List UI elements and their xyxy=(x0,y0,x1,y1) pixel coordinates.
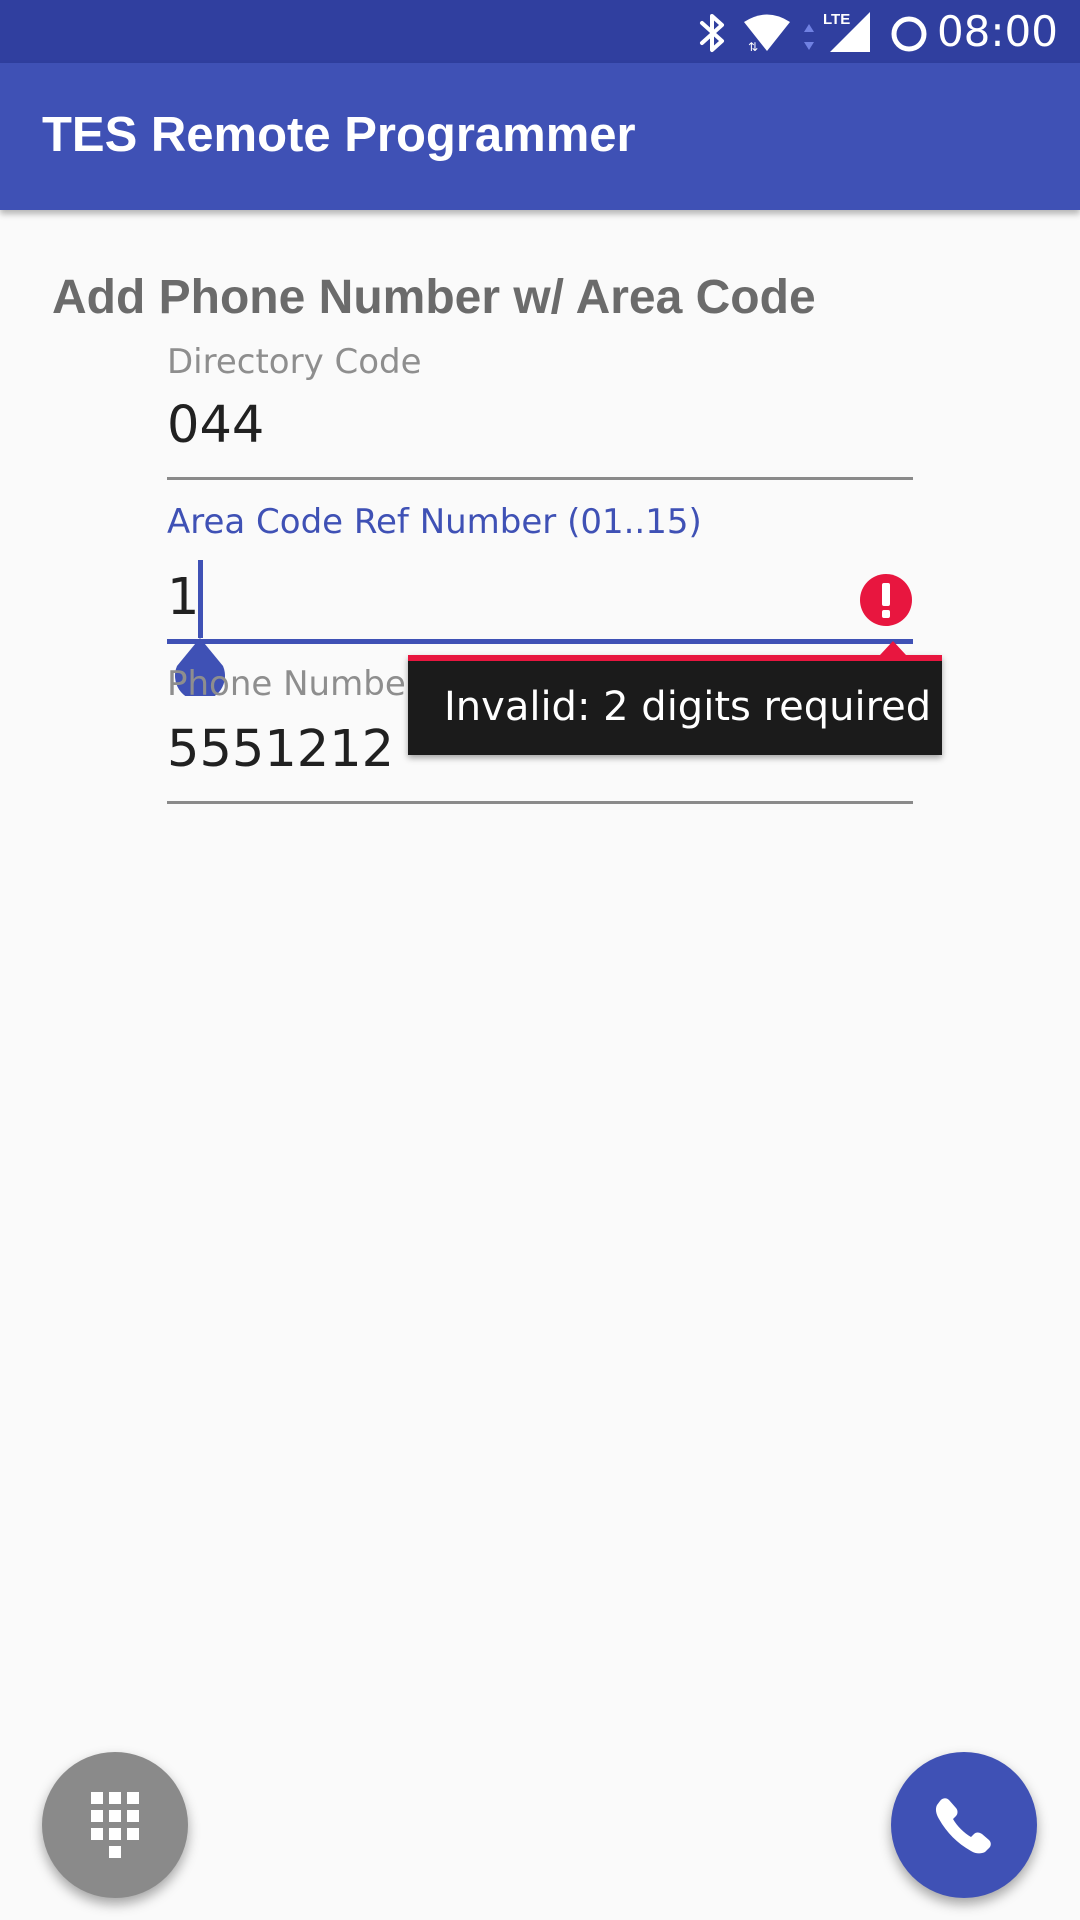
directory-code-label: Directory Code xyxy=(167,342,422,382)
app-title: TES Remote Programmer xyxy=(42,108,636,162)
area-code-ref-underline xyxy=(167,639,913,644)
svg-text:⇅: ⇅ xyxy=(748,40,758,53)
status-time: 08:00 xyxy=(936,7,1058,56)
phone-number-label: Phone Number xyxy=(167,664,420,704)
area-code-ref-label: Area Code Ref Number (01..15) xyxy=(167,502,702,542)
error-popup: Invalid: 2 digits required xyxy=(408,641,942,755)
app-bar: TES Remote Programmer xyxy=(0,63,1080,210)
wifi-icon: ⇅ xyxy=(744,14,790,53)
area-code-ref-input[interactable]: 1 xyxy=(167,568,199,628)
error-message: Invalid: 2 digits required xyxy=(444,684,932,730)
error-popup-accent xyxy=(408,655,942,661)
directory-code-underline xyxy=(167,477,913,480)
dialpad-button[interactable] xyxy=(42,1752,188,1898)
status-bar: ⇅ LTE 08:00 xyxy=(0,0,1080,63)
bluetooth-icon xyxy=(700,14,724,52)
call-button[interactable] xyxy=(891,1752,1037,1898)
text-cursor xyxy=(198,560,203,638)
lte-label: LTE xyxy=(823,11,850,28)
error-icon[interactable] xyxy=(859,573,913,627)
do-not-disturb-ring-icon xyxy=(891,16,927,52)
data-arrows-icon xyxy=(804,24,814,50)
phone-icon xyxy=(935,1798,991,1854)
form-title: Add Phone Number w/ Area Code xyxy=(52,271,816,324)
directory-code-input[interactable]: 044 xyxy=(167,396,264,456)
dialpad-icon xyxy=(91,1792,139,1858)
phone-number-input[interactable]: 5551212 xyxy=(167,720,394,780)
error-popup-arrow xyxy=(880,641,906,655)
lte-signal-icon: LTE xyxy=(823,11,870,52)
phone-number-underline xyxy=(167,801,913,804)
